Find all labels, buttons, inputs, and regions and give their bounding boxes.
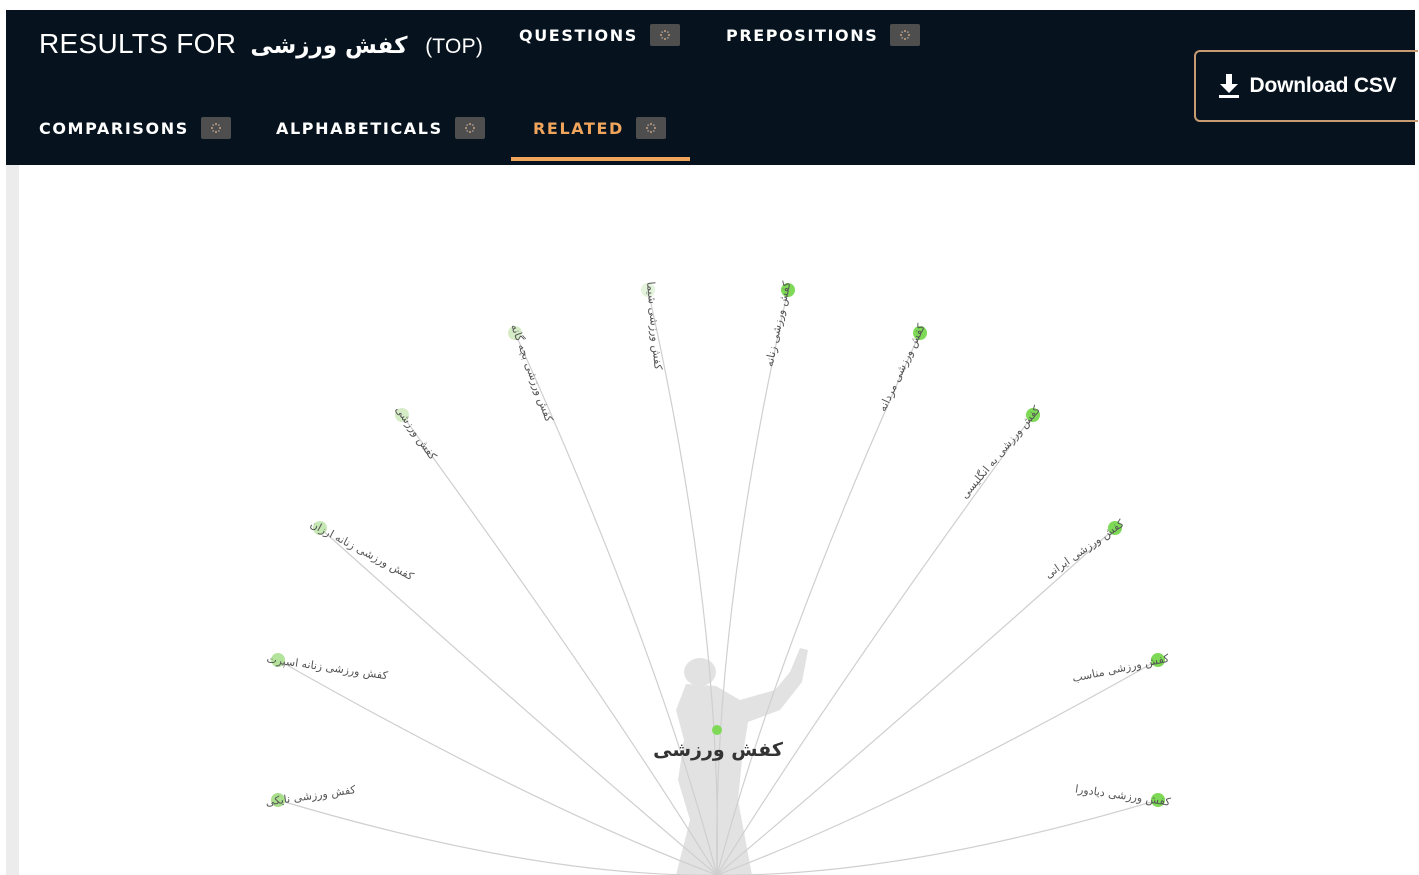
graph-edge bbox=[716, 332, 921, 875]
graph-node[interactable]: کفش ورزشی زنانه ارزان bbox=[308, 518, 416, 584]
node-label: کفش ورزشی مناسب bbox=[1071, 652, 1171, 685]
graph-edge bbox=[716, 414, 1034, 875]
spinner-glyph bbox=[659, 30, 670, 40]
spinner-glyph bbox=[900, 30, 911, 40]
tab-related[interactable]: RELATED bbox=[511, 103, 690, 161]
graph-node[interactable]: کفش ورزشی مردانه bbox=[876, 321, 928, 413]
title-suffix: (TOP) bbox=[425, 35, 483, 58]
page: کفش ورزشی دیادورا کفش ورزشی مناسب کفش ورزش… bbox=[0, 0, 1419, 875]
graph-edge bbox=[319, 527, 718, 875]
graph-edge bbox=[717, 799, 1159, 875]
node-label: کفش ورزشی به انگلیسی bbox=[958, 403, 1043, 501]
spinner-glyph bbox=[645, 123, 656, 133]
graph-node[interactable]: کفش ورزشی شیما bbox=[641, 281, 665, 371]
graph-edge bbox=[401, 414, 718, 875]
node-label: کفش ورزشی ایرانی bbox=[1042, 516, 1127, 581]
node-label: کفش ورزشی دیادورا bbox=[1074, 782, 1172, 808]
spinner-glyph bbox=[210, 123, 221, 133]
loading-spinner-icon bbox=[200, 117, 231, 139]
graph-node[interactable]: کفش ورزشی bbox=[393, 403, 440, 462]
tab-questions[interactable]: QUESTIONS bbox=[519, 10, 680, 60]
node-label: کفش ورزشی بچه گانه bbox=[508, 322, 556, 424]
tab-label: COMPARISONS bbox=[39, 118, 189, 138]
node-label: کفش ورزشی نایکی bbox=[265, 783, 358, 809]
graph-edge bbox=[277, 799, 717, 875]
node-label: کفش ورزشی زنانه اسپرت bbox=[266, 652, 390, 682]
graph-node[interactable]: کفش ورزشی دیادورا bbox=[1074, 782, 1172, 808]
graph-edge bbox=[277, 659, 718, 875]
tab-prepositions[interactable]: PREPOSITIONS bbox=[726, 10, 921, 60]
graph-node[interactable]: کفش ورزشی نایکی bbox=[265, 783, 358, 809]
graph-edges bbox=[277, 289, 1159, 875]
graph-node[interactable]: کفش ورزشی زنانه اسپرت bbox=[266, 652, 390, 682]
tab-alphabeticals[interactable]: ALPHABETICALS bbox=[276, 103, 485, 153]
download-csv-label: Download CSV bbox=[1249, 74, 1397, 97]
loading-spinner-icon bbox=[635, 117, 666, 139]
download-icon bbox=[1218, 74, 1239, 98]
tab-label: PREPOSITIONS bbox=[726, 25, 879, 45]
results-header: RESULTS FOR کفش ورزشی (TOP) QUESTIONS PR… bbox=[6, 10, 1418, 165]
title-query: کفش ورزشی bbox=[250, 33, 408, 59]
node-label: کفش ورزشی شیما bbox=[644, 281, 665, 371]
graph-node[interactable]: کفش ورزشی مناسب bbox=[1071, 652, 1171, 685]
graph-node[interactable]: کفش ورزشی زنانه bbox=[763, 279, 795, 368]
loading-spinner-icon bbox=[454, 117, 485, 139]
loading-spinner-icon bbox=[649, 24, 680, 46]
node-label: کفش ورزشی مردانه bbox=[876, 321, 928, 413]
page-title: RESULTS FOR کفش ورزشی (TOP) bbox=[39, 28, 483, 60]
graph-node[interactable]: کفش ورزشی ایرانی bbox=[1042, 516, 1127, 581]
tab-label: RELATED bbox=[533, 118, 624, 138]
tab-label: QUESTIONS bbox=[519, 25, 638, 45]
spinner-glyph bbox=[464, 123, 475, 133]
node-label: کفش ورزشی زنانه ارزان bbox=[308, 518, 416, 584]
center-label: کفش ورزشی bbox=[653, 739, 784, 761]
graph-node[interactable]: کفش ورزشی بچه گانه bbox=[508, 322, 556, 424]
loading-spinner-icon bbox=[890, 24, 921, 46]
tab-comparisons[interactable]: COMPARISONS bbox=[39, 103, 231, 153]
download-csv-button[interactable]: Download CSV bbox=[1194, 50, 1418, 122]
title-prefix: RESULTS FOR bbox=[39, 28, 237, 59]
graph-node[interactable]: کفش ورزشی به انگلیسی bbox=[958, 403, 1043, 501]
tab-label: ALPHABETICALS bbox=[276, 118, 443, 138]
node-label: کفش ورزشی زنانه bbox=[763, 279, 794, 367]
node-label: کفش ورزشی bbox=[393, 403, 440, 462]
center-node bbox=[712, 725, 722, 735]
